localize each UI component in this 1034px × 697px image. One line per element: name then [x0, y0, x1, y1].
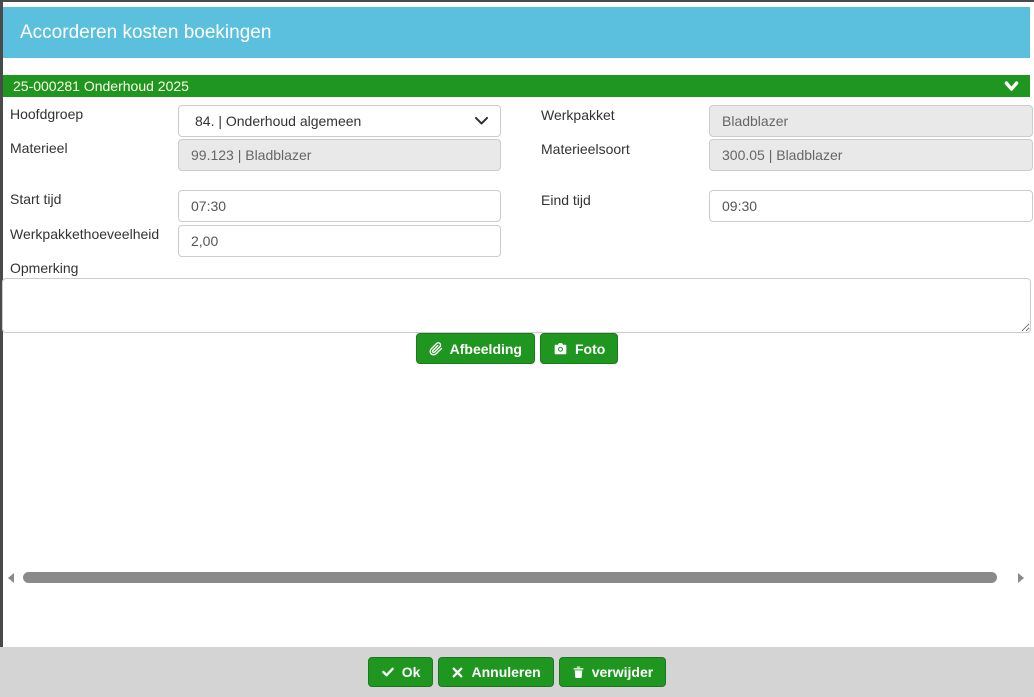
modal-header: Accorderen kosten boekingen	[3, 7, 1030, 58]
start-tijd-label: Start tijd	[10, 191, 61, 207]
werkpakkethoeveelheid-label: Werkpakkethoeveelheid	[10, 226, 159, 242]
hoofdgroep-select[interactable]: 84. | Onderhoud algemeen	[178, 105, 501, 137]
annuleren-button-label: Annuleren	[471, 664, 540, 680]
materieel-label: Materieel	[10, 140, 68, 156]
paperclip-icon	[429, 342, 443, 356]
page: Wk 43 Accorderen kosten boekingen 25-000…	[0, 0, 1034, 697]
scrollbar-right-arrow-icon[interactable]	[1018, 573, 1024, 583]
chevron-down-icon[interactable]	[1003, 80, 1020, 93]
afbeelding-button-label: Afbeelding	[450, 341, 522, 357]
opmerking-label: Opmerking	[10, 260, 78, 276]
page-top-border	[0, 0, 1034, 2]
verwijder-button-label: verwijder	[592, 664, 653, 680]
foto-button[interactable]: Foto	[540, 333, 618, 364]
trash-icon	[572, 665, 585, 679]
camera-icon	[553, 342, 568, 356]
annuleren-button[interactable]: Annuleren	[438, 657, 553, 687]
opmerking-textarea[interactable]	[2, 278, 1031, 333]
modal-footer: Ok Annuleren verwijder	[0, 647, 1034, 697]
materieel-input	[178, 139, 501, 171]
booking-section-header[interactable]: 25-000281 Onderhoud 2025	[3, 75, 1030, 97]
eind-tijd-input[interactable]	[709, 190, 1033, 222]
werkpakket-label: Werkpakket	[541, 107, 615, 123]
materieelsoort-label: Materieelsoort	[541, 141, 630, 157]
foto-button-label: Foto	[575, 341, 605, 357]
start-tijd-input[interactable]	[178, 190, 501, 222]
werkpakkethoeveelheid-input[interactable]	[178, 225, 501, 257]
hoofdgroep-selected-option: 84. | Onderhoud algemeen	[195, 113, 361, 129]
check-icon	[381, 665, 395, 679]
afbeelding-button[interactable]: Afbeelding	[416, 333, 535, 364]
verwijder-button[interactable]: verwijder	[559, 657, 666, 687]
x-icon	[451, 666, 464, 679]
horizontal-scrollbar-thumb[interactable]	[23, 572, 997, 583]
booking-section-title: 25-000281 Onderhoud 2025	[13, 78, 189, 94]
select-chevron-down-icon	[475, 117, 488, 125]
ok-button-label: Ok	[402, 664, 421, 680]
werkpakket-input	[709, 105, 1033, 137]
materieelsoort-input	[709, 139, 1033, 171]
scrollbar-left-arrow-icon[interactable]	[8, 573, 14, 583]
eind-tijd-label: Eind tijd	[541, 192, 591, 208]
hoofdgroep-label: Hoofdgroep	[10, 106, 83, 122]
ok-button[interactable]: Ok	[368, 657, 434, 687]
modal-title: Accorderen kosten boekingen	[20, 22, 271, 44]
attachment-button-row: Afbeelding Foto	[0, 333, 1034, 364]
